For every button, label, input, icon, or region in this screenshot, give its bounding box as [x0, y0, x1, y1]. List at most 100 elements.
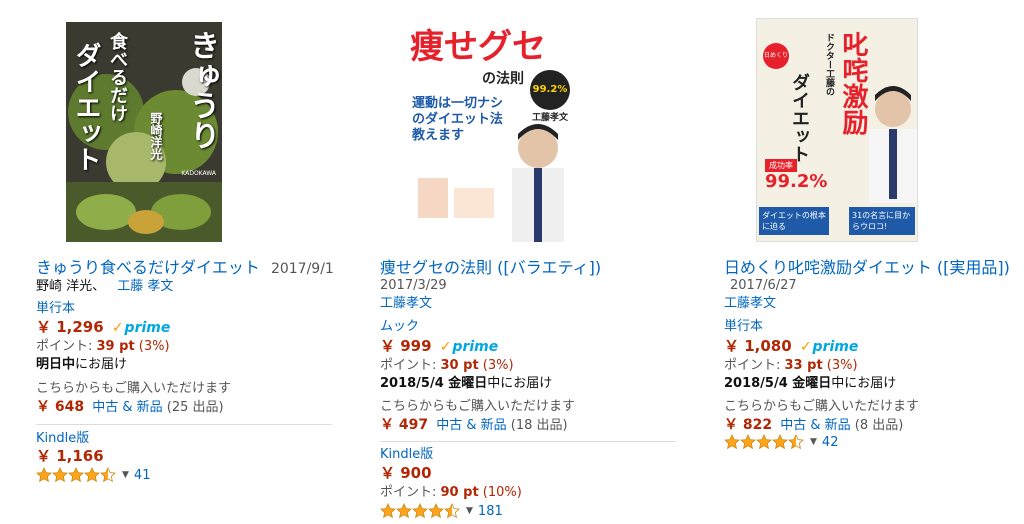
author-name: 野崎 洋光、: [36, 279, 106, 294]
used-price[interactable]: ￥ 497: [380, 417, 428, 433]
cover-bottom-right: 31の名言に目からウロコ!: [849, 207, 915, 235]
format-link-kindle[interactable]: Kindle版: [380, 446, 433, 464]
star-icon: [68, 467, 84, 483]
delivery-date: 2018/5/4 金曜日: [724, 376, 832, 391]
used-link[interactable]: 中古 & 新品: [92, 400, 162, 415]
star-icon: [428, 503, 444, 519]
star-icon: [84, 467, 100, 483]
price[interactable]: ￥ 1,080: [724, 337, 792, 355]
review-count-link[interactable]: 42: [822, 435, 839, 450]
format-link-hardcover[interactable]: 単行本: [724, 318, 763, 336]
points-value: 33 pt: [784, 358, 823, 373]
cover-author: 工藤孝文: [531, 113, 568, 123]
points-label: ポイント:: [380, 358, 441, 373]
star-icon: [52, 467, 68, 483]
prime-check-icon: ✓: [439, 339, 452, 355]
used-price[interactable]: ￥ 648: [36, 399, 84, 415]
product-title-link[interactable]: 日めくり叱咤激励ダイエット ([実用品]): [724, 258, 1010, 277]
doctor-illustration: [418, 124, 564, 242]
used-price[interactable]: ￥ 822: [724, 417, 772, 433]
delivery-text: 中にお届け: [487, 376, 553, 391]
book-cover-3[interactable]: 日めくり ドクター工藤の 叱咤激励 ダイエット 成功率 99.2% ダイエットの…: [756, 18, 918, 242]
delivery-text: 中にお届け: [831, 376, 897, 391]
book-cover-2[interactable]: 痩せグセ の法則 99.2% 運動は一切ナシのダイエット法教えます 工藤孝文: [404, 18, 576, 242]
rating-row: ▼ 41: [36, 467, 150, 483]
prime-badge: ✓prime: [800, 338, 859, 356]
kindle-price[interactable]: ￥ 1,166: [36, 447, 104, 465]
used-line: ￥ 648 中古 & 新品 (25 出品): [36, 398, 224, 417]
publish-date: 2017/9/1: [270, 261, 334, 277]
chevron-down-icon[interactable]: ▼: [466, 506, 473, 516]
review-count-link[interactable]: 181: [478, 504, 503, 519]
points-pct: (10%): [478, 485, 522, 500]
price-line: ￥ 999 ✓prime: [380, 337, 498, 357]
cover-author: 野崎洋光: [149, 112, 163, 160]
kindle-price-line: ￥ 900: [380, 464, 432, 484]
author-link[interactable]: 工藤孝文: [380, 295, 432, 313]
star-icon: [380, 503, 396, 519]
product-title-link[interactable]: きゅうり食べるだけダイエット: [36, 258, 260, 277]
star-icon: [396, 503, 412, 519]
used-line: ￥ 497 中古 & 新品 (18 出品): [380, 416, 568, 435]
points-label: ポイント:: [380, 485, 441, 500]
points-value: 90 pt: [440, 485, 479, 500]
delivery-date: 2018/5/4 金曜日: [380, 376, 488, 391]
delivery-line: 2018/5/4 金曜日中にお届け: [380, 375, 552, 393]
product-title-row-1: きゅうり食べるだけダイエット 2017/9/1: [36, 258, 334, 279]
prime-check-icon: ✓: [799, 339, 812, 355]
kindle-price-line: ￥ 1,166: [36, 447, 104, 467]
rating-row: ▼ 181: [380, 503, 503, 519]
star-icon: [100, 467, 116, 483]
price[interactable]: ￥ 999: [380, 337, 432, 355]
product-card-1: きゅうり 食べるだけ ダイエット 野崎洋光 KADOKAWA きゅうり食べるだけ…: [0, 0, 340, 524]
kindle-price[interactable]: ￥ 900: [380, 464, 432, 482]
points-line: ポイント: 39 pt (3%): [36, 338, 170, 356]
kindle-points-line: ポイント: 90 pt (10%): [380, 484, 522, 502]
divider: [380, 441, 676, 442]
format-link-mook[interactable]: ムック: [380, 318, 419, 336]
cover-publisher: KADOKAWA: [181, 170, 216, 177]
star-icon: [412, 503, 428, 519]
cover-title-big: きゅうり: [184, 30, 219, 150]
other-buy-text: こちらからもご購入いただけます: [724, 399, 920, 414]
price[interactable]: ￥ 1,296: [36, 318, 104, 336]
other-buy-text: こちらからもご購入いただけます: [380, 399, 576, 414]
star-icon: [36, 467, 52, 483]
price-line: ￥ 1,296 ✓prime: [36, 318, 170, 338]
star-icon: [444, 503, 460, 519]
cover-rate-value: 99.2%: [765, 171, 828, 192]
format-link-kindle[interactable]: Kindle版: [36, 430, 89, 448]
points-label: ポイント:: [724, 358, 785, 373]
used-line: ￥ 822 中古 & 新品 (8 出品): [724, 416, 903, 435]
used-count: (8 出品): [850, 418, 904, 433]
format-link-hardcover[interactable]: 単行本: [36, 300, 75, 318]
author-link[interactable]: 工藤 孝文: [117, 279, 173, 294]
author-line: 野崎 洋光、 工藤 孝文: [36, 278, 173, 296]
used-link[interactable]: 中古 & 新品: [780, 418, 850, 433]
cover-bottom-left: ダイエットの根本に迫る: [759, 207, 829, 235]
points-pct: (3%): [134, 339, 170, 354]
product-card-3: 日めくり ドクター工藤の 叱咤激励 ダイエット 成功率 99.2% ダイエットの…: [684, 0, 1024, 524]
book-cover-1[interactable]: きゅうり 食べるだけ ダイエット 野崎洋光 KADOKAWA: [66, 22, 222, 242]
star-icon: [724, 434, 740, 450]
points-line: ポイント: 30 pt (3%): [380, 357, 514, 375]
rating-row: ▼ 42: [724, 434, 838, 450]
points-pct: (3%): [822, 358, 858, 373]
delivery-date: 明日中: [36, 357, 76, 372]
points-line: ポイント: 33 pt (3%): [724, 357, 858, 375]
prime-badge: ✓prime: [440, 338, 499, 356]
publish-date: 2017/6/27: [730, 278, 797, 293]
star-icon: [740, 434, 756, 450]
divider: [36, 424, 332, 425]
product-title-link[interactable]: 痩せグセの法則 ([バラエティ]): [380, 258, 601, 277]
chevron-down-icon[interactable]: ▼: [810, 437, 817, 447]
author-link[interactable]: 工藤孝文: [724, 295, 776, 313]
review-count-link[interactable]: 41: [134, 468, 151, 483]
price-line: ￥ 1,080 ✓prime: [724, 337, 858, 357]
used-link[interactable]: 中古 & 新品: [436, 418, 506, 433]
chevron-down-icon[interactable]: ▼: [122, 470, 129, 480]
star-icon: [756, 434, 772, 450]
points-value: 30 pt: [440, 358, 479, 373]
points-pct: (3%): [478, 358, 514, 373]
star-icon: [772, 434, 788, 450]
